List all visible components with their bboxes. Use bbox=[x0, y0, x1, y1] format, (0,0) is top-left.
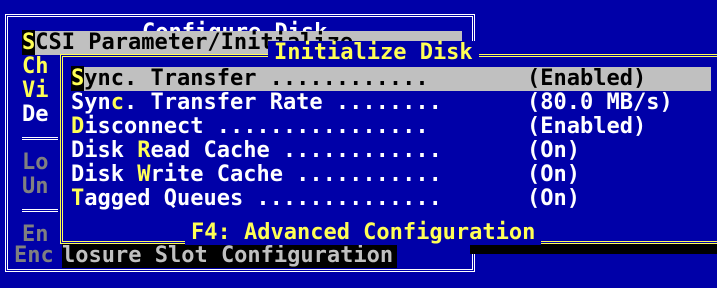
hotkey-r: R bbox=[137, 138, 151, 163]
option-label-pre: Disk bbox=[71, 138, 138, 163]
advanced-config-hint[interactable]: F4: Advanced Configuration bbox=[185, 221, 542, 245]
window-shadow bbox=[470, 244, 717, 254]
option-disk-read-cache[interactable]: Disk Read Cache ............ (On) bbox=[71, 139, 711, 163]
menu-item-enclosure-prefix[interactable]: Enc bbox=[14, 244, 54, 268]
hotkey-c: c bbox=[110, 90, 124, 115]
menu-item-label: Enc bbox=[14, 243, 54, 268]
separator bbox=[22, 209, 58, 212]
menu-item-un[interactable]: Un bbox=[22, 175, 49, 199]
option-value: (Enabled) bbox=[527, 114, 647, 139]
menu-item-enclosure-slot[interactable]: losure Slot Configuration bbox=[62, 243, 398, 268]
option-label-pre: Syn bbox=[71, 90, 111, 115]
option-sync-transfer[interactable]: Sync. Transfer ............ (Enabled) bbox=[71, 66, 711, 91]
option-value: (80.0 MB/s) bbox=[527, 90, 673, 115]
option-tagged-queues[interactable]: Tagged Queues .............. (On) bbox=[71, 187, 711, 211]
hotkey-d: D bbox=[71, 114, 85, 139]
bios-screen: Configure Disk SCSI Parameter/Initialize… bbox=[0, 0, 717, 288]
hotkey-s: S bbox=[71, 66, 85, 91]
option-label: agged Queues .............. bbox=[84, 186, 442, 211]
menu-item-label: Un bbox=[22, 174, 49, 199]
option-disconnect[interactable]: Disconnect ................ (Enabled) bbox=[71, 115, 711, 139]
menu-item-ch[interactable]: Ch bbox=[22, 55, 49, 79]
initialize-disk-window: Initialize Disk Sync. Transfer .........… bbox=[60, 41, 717, 245]
option-disk-write-cache[interactable]: Disk Write Cache ........... (On) bbox=[71, 163, 711, 187]
hotkey-s: S bbox=[22, 30, 36, 55]
option-value: (On) bbox=[527, 186, 580, 211]
option-label: ync. Transfer ............ bbox=[84, 66, 429, 91]
hotkey-vi: Vi bbox=[22, 78, 49, 103]
menu-item-label: losure Slot Configuration bbox=[62, 243, 394, 268]
option-label: isconnect ................ bbox=[84, 114, 429, 139]
hotkey-ch: Ch bbox=[22, 54, 49, 79]
option-sync-transfer-rate[interactable]: Sync. Transfer Rate ........ (80.0 MB/s) bbox=[71, 91, 711, 115]
menu-item-label: Lo bbox=[22, 150, 49, 175]
option-value: (On) bbox=[527, 162, 580, 187]
option-label-pre: Disk bbox=[71, 162, 138, 187]
menu-item-de[interactable]: De bbox=[22, 103, 49, 127]
hotkey-w: W bbox=[137, 162, 151, 187]
menu-item-vi[interactable]: Vi bbox=[22, 79, 49, 103]
menu-item-label: De bbox=[22, 102, 49, 127]
initialize-disk-title: Initialize Disk bbox=[268, 41, 479, 65]
option-label: rite Cache ........... bbox=[150, 162, 442, 187]
separator bbox=[22, 137, 58, 140]
hotkey-t: T bbox=[71, 186, 85, 211]
option-value: (On) bbox=[527, 138, 580, 163]
menu-item-lo[interactable]: Lo bbox=[22, 151, 49, 175]
option-label: ead Cache ............ bbox=[150, 138, 442, 163]
option-value: (Enabled) bbox=[527, 66, 647, 91]
option-label: . Transfer Rate ........ bbox=[124, 90, 442, 115]
